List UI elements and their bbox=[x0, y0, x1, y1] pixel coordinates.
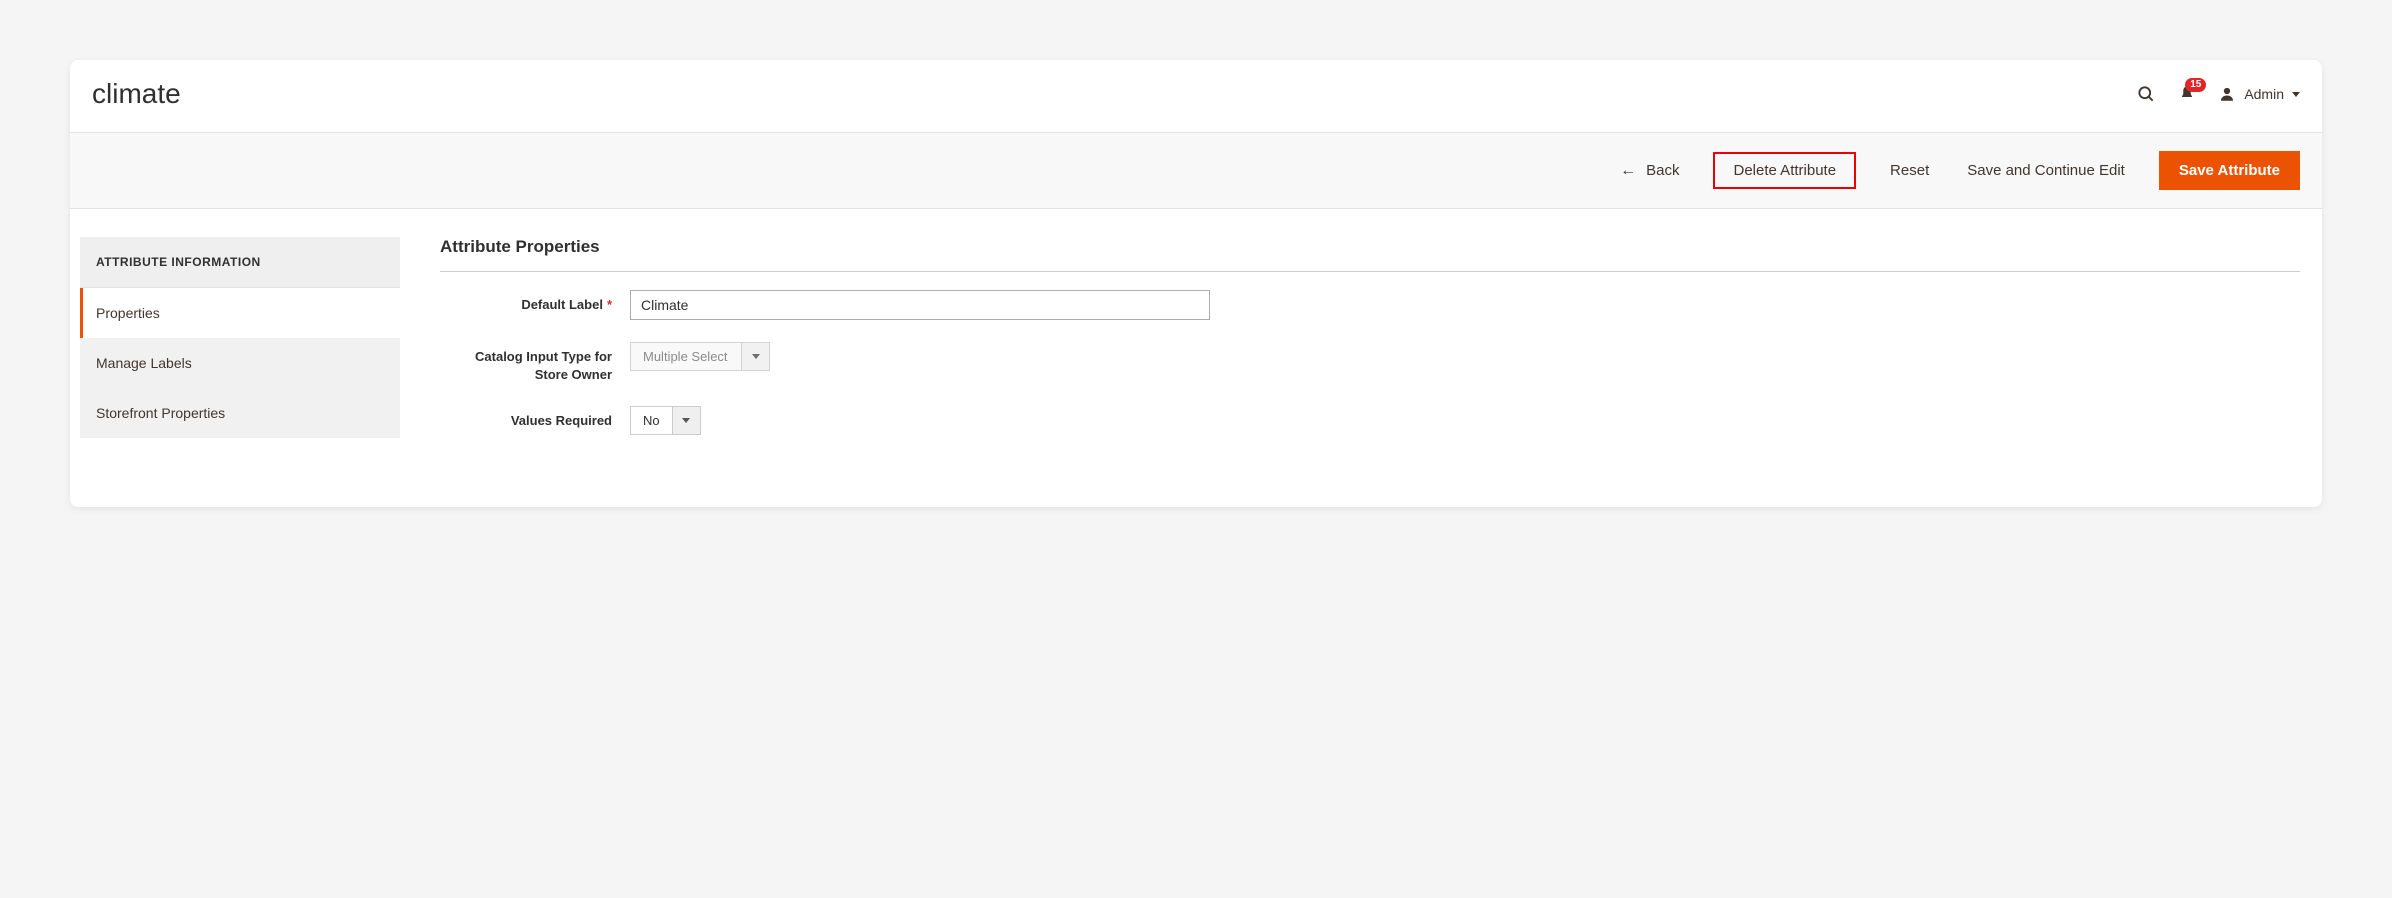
sidebar-item-manage-labels[interactable]: Manage Labels bbox=[80, 338, 400, 388]
values-required-select[interactable]: No bbox=[630, 406, 701, 435]
sidebar-item-storefront-properties[interactable]: Storefront Properties bbox=[80, 388, 400, 438]
reset-button[interactable]: Reset bbox=[1886, 154, 1933, 187]
sidebar-heading: ATTRIBUTE INFORMATION bbox=[80, 237, 400, 288]
arrow-left-icon: ← bbox=[1620, 163, 1636, 179]
notifications-icon[interactable]: 15 bbox=[2178, 85, 2196, 103]
sidebar-item-label: Storefront Properties bbox=[96, 405, 225, 421]
field-values-required: Values Required No bbox=[440, 406, 2300, 435]
chevron-down-icon bbox=[682, 418, 690, 423]
select-toggle bbox=[672, 407, 700, 434]
field-label: Default Label* bbox=[440, 290, 630, 314]
catalog-input-type-select[interactable]: Multiple Select bbox=[630, 342, 770, 371]
sidebar-item-label: Properties bbox=[96, 305, 160, 321]
search-icon[interactable] bbox=[2136, 84, 2156, 104]
default-label-input[interactable] bbox=[630, 290, 1210, 320]
user-icon bbox=[2218, 85, 2236, 103]
field-label: Values Required bbox=[440, 406, 630, 430]
page-header: climate 15 Admin bbox=[70, 60, 2322, 132]
main-panel: Attribute Properties Default Label* Cata… bbox=[440, 237, 2300, 457]
notification-badge: 15 bbox=[2185, 78, 2206, 92]
back-button[interactable]: ← Back bbox=[1616, 154, 1683, 187]
back-label: Back bbox=[1646, 162, 1679, 179]
field-label: Catalog Input Type for Store Owner bbox=[440, 342, 630, 384]
field-catalog-input-type: Catalog Input Type for Store Owner Multi… bbox=[440, 342, 2300, 384]
section-title: Attribute Properties bbox=[440, 237, 2300, 272]
admin-account-menu[interactable]: Admin bbox=[2218, 85, 2300, 103]
save-continue-button[interactable]: Save and Continue Edit bbox=[1963, 154, 2129, 187]
select-toggle bbox=[741, 343, 769, 370]
header-actions: 15 Admin bbox=[2136, 84, 2300, 104]
app-window: climate 15 Admin ← Back Delete Attribute… bbox=[70, 60, 2322, 507]
required-asterisk: * bbox=[607, 297, 612, 312]
field-default-label: Default Label* bbox=[440, 290, 2300, 320]
content-area: ATTRIBUTE INFORMATION Properties Manage … bbox=[70, 209, 2322, 467]
save-attribute-button[interactable]: Save Attribute bbox=[2159, 151, 2300, 190]
chevron-down-icon bbox=[2292, 92, 2300, 97]
select-value: No bbox=[631, 407, 672, 434]
sidebar-item-label: Manage Labels bbox=[96, 355, 192, 371]
chevron-down-icon bbox=[752, 354, 760, 359]
sidebar-item-properties[interactable]: Properties bbox=[80, 288, 400, 338]
action-toolbar: ← Back Delete Attribute Reset Save and C… bbox=[70, 132, 2322, 209]
select-value: Multiple Select bbox=[631, 343, 741, 370]
delete-attribute-button[interactable]: Delete Attribute bbox=[1713, 152, 1856, 189]
page-title: climate bbox=[92, 78, 181, 110]
admin-label: Admin bbox=[2244, 86, 2284, 102]
sidebar: ATTRIBUTE INFORMATION Properties Manage … bbox=[80, 237, 400, 457]
